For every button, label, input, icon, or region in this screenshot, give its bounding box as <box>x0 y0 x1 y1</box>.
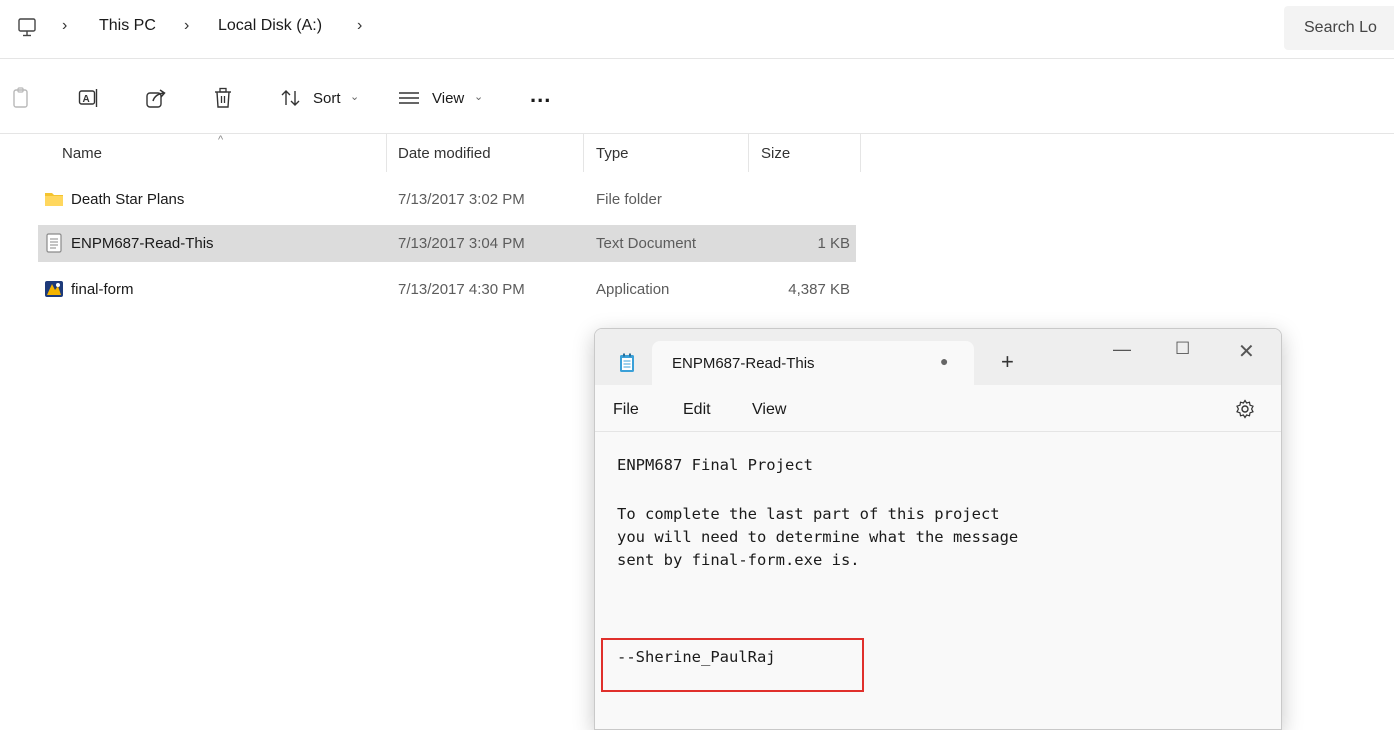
unsaved-indicator-icon[interactable]: ● <box>940 353 948 369</box>
share-icon[interactable] <box>145 86 167 110</box>
text-line: To complete the last part of this projec… <box>617 505 1000 523</box>
search-input[interactable]: Search Lo <box>1284 6 1394 50</box>
file-size: 1 KB <box>817 235 850 252</box>
notepad-menu-bar: File Edit View <box>595 385 1281 432</box>
column-header-size[interactable]: Size <box>761 145 790 162</box>
notepad-title-bar[interactable]: ENPM687-Read-This ● + — ☐ ✕ <box>595 329 1281 385</box>
file-type: Application <box>596 281 670 298</box>
close-icon[interactable]: ✕ <box>1238 339 1255 364</box>
maximize-icon[interactable]: ☐ <box>1175 339 1190 359</box>
file-row-enpm687-read-this[interactable]: ENPM687-Read-This 7/13/2017 3:04 PM Text… <box>38 225 856 262</box>
sort-ascending-icon: ^ <box>218 134 224 146</box>
delete-icon[interactable] <box>212 86 234 110</box>
view-chevron-down-icon[interactable]: ⌄ <box>474 90 483 103</box>
divider <box>0 58 1394 59</box>
svg-text:A: A <box>83 94 90 105</box>
breadcrumb-chevron-icon[interactable]: › <box>357 17 362 35</box>
menu-view[interactable]: View <box>752 401 786 419</box>
view-button[interactable]: View <box>432 90 464 107</box>
breadcrumb-chevron-icon[interactable]: › <box>62 17 67 35</box>
column-header-date[interactable]: Date modified <box>398 145 491 162</box>
column-separator[interactable] <box>583 134 584 172</box>
file-date: 7/13/2017 3:04 PM <box>398 235 525 252</box>
column-separator[interactable] <box>386 134 387 172</box>
more-options-button[interactable]: ... <box>530 82 551 108</box>
signature-highlight-box <box>601 638 864 692</box>
column-separator[interactable] <box>860 134 861 172</box>
file-name: Death Star Plans <box>71 191 185 208</box>
text-line: ENPM687 Final Project <box>617 456 813 474</box>
file-type: File folder <box>596 191 662 208</box>
application-icon <box>45 281 63 297</box>
text-file-icon <box>46 233 62 253</box>
sort-chevron-down-icon[interactable]: ⌄ <box>350 90 359 103</box>
address-bar: › This PC › Local Disk (A:) › Search Lo <box>0 0 1394 56</box>
column-separator[interactable] <box>748 134 749 172</box>
file-date: 7/13/2017 3:02 PM <box>398 191 525 208</box>
computer-icon[interactable] <box>18 18 36 38</box>
file-name: final-form <box>71 281 134 298</box>
tab-title: ENPM687-Read-This <box>672 355 815 372</box>
divider <box>0 133 1394 134</box>
sort-icon[interactable] <box>280 86 302 110</box>
paste-icon[interactable] <box>10 86 32 110</box>
rename-icon[interactable]: A <box>78 86 100 110</box>
file-row-final-form[interactable]: final-form 7/13/2017 4:30 PM Application… <box>38 271 856 308</box>
settings-gear-icon[interactable] <box>1235 399 1255 419</box>
notepad-app-icon <box>620 353 634 372</box>
menu-edit[interactable]: Edit <box>683 401 711 419</box>
breadcrumb-local-disk[interactable]: Local Disk (A:) <box>218 17 322 35</box>
sort-button[interactable]: Sort <box>313 90 341 107</box>
menu-file[interactable]: File <box>613 401 639 419</box>
file-type: Text Document <box>596 235 697 252</box>
breadcrumb-chevron-icon[interactable]: › <box>184 17 189 35</box>
new-tab-button[interactable]: + <box>1001 349 1014 375</box>
breadcrumb-this-pc[interactable]: This PC <box>99 17 156 35</box>
file-name: ENPM687-Read-This <box>71 235 214 252</box>
file-row-death-star-plans[interactable]: Death Star Plans 7/13/2017 3:02 PM File … <box>38 181 856 218</box>
view-icon[interactable] <box>398 86 420 110</box>
column-header-name[interactable]: Name <box>62 145 102 162</box>
text-line: you will need to determine what the mess… <box>617 528 1019 546</box>
notepad-tab[interactable]: ENPM687-Read-This ● <box>652 341 974 385</box>
file-size: 4,387 KB <box>788 281 850 298</box>
text-line: sent by final-form.exe is. <box>617 551 860 569</box>
minimize-icon[interactable]: — <box>1113 339 1131 360</box>
folder-icon <box>45 193 63 206</box>
column-header-type[interactable]: Type <box>596 145 629 162</box>
file-date: 7/13/2017 4:30 PM <box>398 281 525 298</box>
